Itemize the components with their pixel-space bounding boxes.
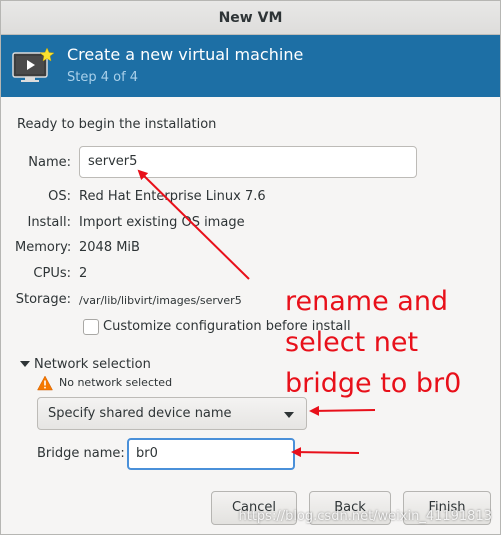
customize-checkbox[interactable] (83, 319, 99, 335)
annotation-line: select net (285, 327, 419, 358)
storage-value: /var/lib/libvirt/images/server5 (79, 294, 242, 307)
wizard-header: Create a new virtual machine Step 4 of 4 (1, 35, 500, 97)
network-warning: No network selected (59, 376, 173, 389)
os-label: OS: (48, 189, 71, 204)
bridge-name-label: Bridge name: (37, 446, 125, 461)
warning-icon (37, 375, 53, 391)
memory-label: Memory: (15, 240, 72, 255)
ready-text: Ready to begin the installation (17, 117, 217, 132)
name-input[interactable]: server5 (79, 146, 417, 178)
storage-label: Storage: (15, 292, 71, 307)
annotation-arrow (309, 405, 376, 416)
watermark: https://blog.csdn.net/weixin_41191813 (238, 509, 492, 524)
memory-value: 2048 MiB (79, 240, 140, 255)
wizard-title: Create a new virtual machine (67, 45, 304, 64)
vm-monitor-icon (12, 47, 55, 82)
install-label: Install: (27, 215, 71, 230)
bridge-name-input[interactable]: br0 (127, 438, 295, 470)
cpus-value: 2 (79, 266, 88, 281)
name-label: Name: (28, 155, 71, 170)
annotation-line: rename and (285, 286, 449, 317)
cpus-label: CPUs: (33, 266, 71, 281)
wizard-step: Step 4 of 4 (67, 70, 139, 85)
window-title: New VM (1, 1, 500, 35)
annotation-line: bridge to br0 (285, 368, 462, 399)
network-source-value: Specify shared device name (48, 406, 232, 421)
chevron-down-icon (284, 412, 294, 418)
install-value: Import existing OS image (79, 215, 245, 230)
network-selection-expander[interactable]: Network selection (34, 357, 151, 372)
expander-arrow-icon[interactable] (20, 361, 30, 367)
annotation-arrow (291, 447, 360, 458)
new-vm-dialog: New VM Create a new virtual machine Step… (0, 0, 501, 535)
annotation-text: rename and select net bridge to br0 (285, 281, 500, 404)
network-source-dropdown[interactable]: Specify shared device name (37, 397, 307, 430)
os-value: Red Hat Enterprise Linux 7.6 (79, 189, 266, 204)
